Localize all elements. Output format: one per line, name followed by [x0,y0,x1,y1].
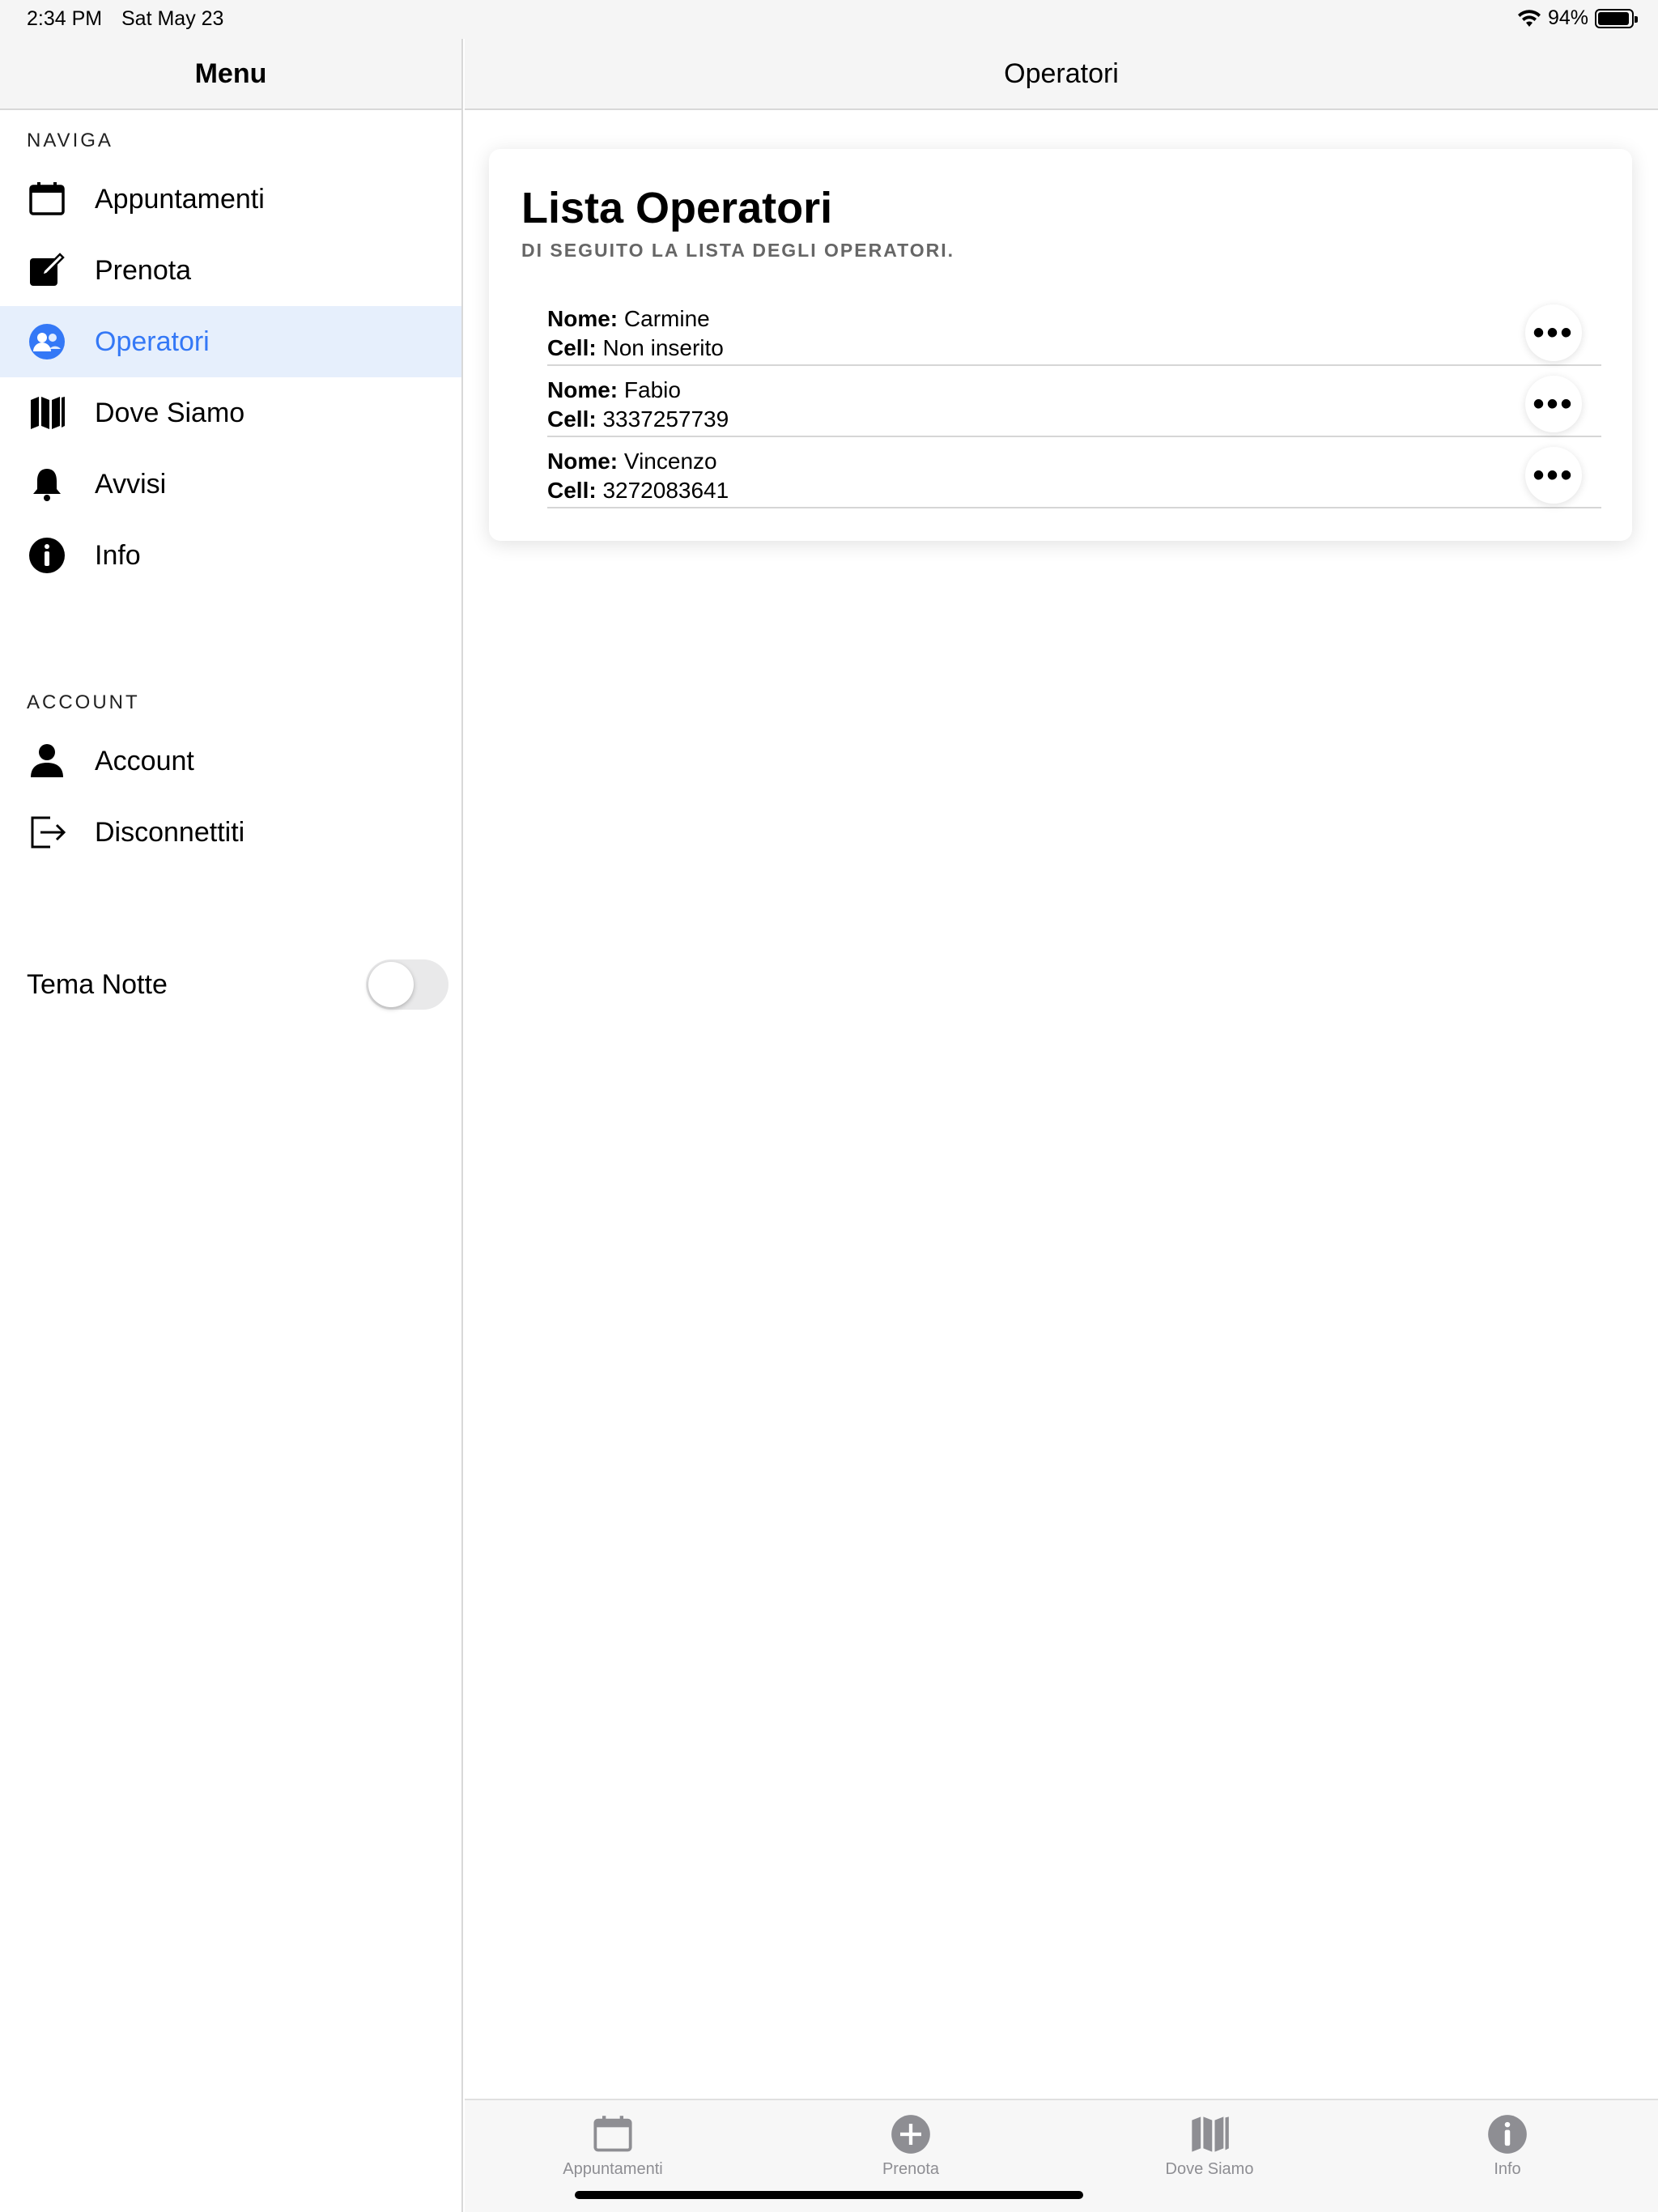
sidebar-item-label: Account [95,745,194,776]
page-title: Operatori [465,39,1658,110]
cell-label: Cell: [547,478,597,503]
section-label-account: ACCOUNT [27,691,140,713]
name-label: Nome: [547,449,619,474]
operator-cell: Cell: 3272083641 [547,476,1601,505]
operator-name: Nome: Carmine [547,304,1601,334]
tab-prenota[interactable]: Prenota [822,2113,1000,2179]
card-subtitle: DI SEGUITO LA LISTA DEGLI OPERATORI. [521,240,955,261]
cell-value: 3272083641 [602,478,729,503]
map-icon [27,393,67,433]
tab-label: Dove Siamo [1165,2160,1254,2178]
sidebar-item-label: Operatori [95,325,210,357]
more-button[interactable]: ••• [1525,304,1582,361]
night-theme-toggle[interactable] [366,959,449,1010]
info-icon [27,535,67,576]
sidebar-item-operatori[interactable]: Operatori [0,306,461,377]
name-value: Fabio [623,377,681,402]
user-icon [27,741,67,781]
list-item: Nome: Carmine Cell: Non inserito ••• [547,295,1601,366]
calendar-icon [593,2116,632,2152]
list-item: Nome: Fabio Cell: 3337257739 ••• [547,366,1601,437]
wifi-icon [1517,9,1541,27]
toggle-knob [368,962,414,1007]
sidebar-item-info[interactable]: Info [0,520,461,591]
sidebar-item-label: Info [95,539,141,571]
name-value: Carmine [623,306,710,331]
sidebar-item-appuntamenti[interactable]: Appuntamenti [0,164,461,235]
name-label: Nome: [547,306,619,331]
list-item: Nome: Vincenzo Cell: 3272083641 ••• [547,437,1601,508]
people-icon [27,321,67,362]
operator-cell: Cell: 3337257739 [547,405,1601,434]
cell-value: 3337257739 [602,406,729,432]
tab-info[interactable]: Info [1418,2113,1596,2179]
sidebar-item-dove-siamo[interactable]: Dove Siamo [0,377,461,449]
sidebar-title: Menu [0,39,461,110]
status-time: 2:34 PM [27,7,103,30]
cell-label: Cell: [547,335,597,360]
bell-icon [27,464,67,504]
map-icon [1192,2116,1229,2152]
sidebar-item-account[interactable]: Account [0,725,461,797]
night-theme-row: Tema Notte [0,952,461,1017]
tab-appuntamenti[interactable]: Appuntamenti [524,2113,702,2179]
sidebar-item-label: Prenota [95,254,192,286]
home-indicator [575,2191,1083,2199]
name-value: Vincenzo [623,449,717,474]
info-icon [1488,2115,1527,2154]
sidebar-item-label: Appuntamenti [95,183,265,215]
plus-circle-icon [891,2115,930,2154]
operators-card: Lista Operatori DI SEGUITO LA LISTA DEGL… [489,149,1632,541]
calendar-icon [27,179,67,219]
operator-name: Nome: Vincenzo [547,447,1601,476]
tab-label: Prenota [882,2160,940,2178]
sidebar-item-label: Avvisi [95,468,167,500]
operator-cell: Cell: Non inserito [547,334,1601,363]
more-button[interactable]: ••• [1525,376,1582,432]
cell-label: Cell: [547,406,597,432]
tab-label: Info [1494,2160,1521,2178]
sidebar-item-avvisi[interactable]: Avvisi [0,449,461,520]
sidebar-item-disconnettiti[interactable]: Disconnettiti [0,797,461,868]
more-button[interactable]: ••• [1525,447,1582,504]
logout-icon [27,812,67,853]
status-bar: 2:34 PM Sat May 23 94% [0,0,1658,39]
battery-icon [1595,8,1638,28]
sidebar: Menu NAVIGA Appuntamenti Prenota Operato… [0,39,463,2212]
name-label: Nome: [547,377,619,402]
tab-label: Appuntamenti [563,2160,663,2178]
tab-dove-siamo[interactable]: Dove Siamo [1120,2113,1299,2179]
sidebar-item-label: Disconnettiti [95,816,245,848]
operator-name: Nome: Fabio [547,376,1601,405]
status-right: 94% [1517,6,1638,30]
section-label-naviga: NAVIGA [27,130,113,151]
cell-value: Non inserito [602,335,724,360]
battery-percent: 94% [1547,6,1588,29]
status-date: Sat May 23 [121,7,224,30]
edit-icon [27,250,67,291]
operators-list: Nome: Carmine Cell: Non inserito ••• Nom… [547,295,1601,508]
main-content: Operatori Lista Operatori DI SEGUITO LA … [465,39,1658,2212]
sidebar-item-prenota[interactable]: Prenota [0,235,461,306]
card-title: Lista Operatori [521,184,833,232]
sidebar-item-label: Dove Siamo [95,397,245,428]
night-theme-label: Tema Notte [27,968,168,1000]
